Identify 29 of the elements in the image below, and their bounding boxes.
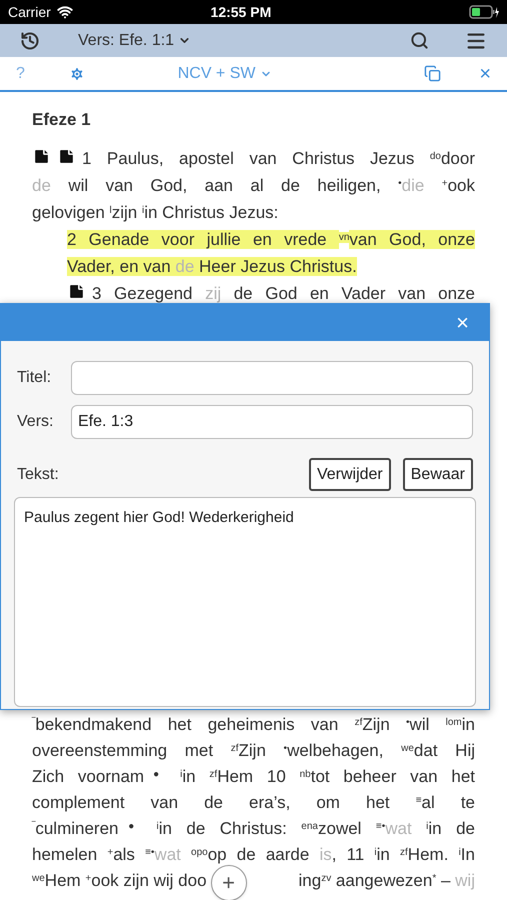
text-label: Tekst:	[17, 464, 60, 484]
chapter-title: Efeze 1	[32, 109, 92, 131]
note-icon[interactable]	[32, 147, 51, 166]
search-icon[interactable]	[410, 31, 429, 50]
add-button[interactable]: +	[210, 865, 247, 900]
settings-icon[interactable]	[68, 66, 85, 82]
wifi-icon	[56, 4, 73, 20]
note-icon[interactable]	[57, 147, 76, 166]
verse-picker[interactable]: Vers: Efe. 1:1	[78, 28, 192, 52]
verse-text: $^{we}$Hem $^{+}$ook zijn wij doo	[32, 870, 207, 892]
history-icon[interactable]	[20, 30, 40, 50]
verse-text: ing$^{zv}$ aangewezen$^{*}$ – wij	[298, 870, 475, 892]
note-text-field[interactable]: Paulus zegent hier God! Wederkerigheid	[14, 497, 476, 707]
title-label: Titel:	[17, 368, 52, 388]
verse-text: 2 Genade voor jullie en vrede $^{vn}$van God, onze Vader, en van de Heer Jezus Christus.	[66, 229, 475, 278]
close-button[interactable]: ×	[456, 312, 469, 334]
verse-field[interactable]: Efe. 1:3	[71, 405, 473, 439]
copy-icon[interactable]	[424, 65, 442, 82]
delete-button[interactable]: Verwijder	[308, 458, 391, 491]
save-button[interactable]: Bewaar	[402, 458, 473, 491]
close-button[interactable]: ×	[479, 64, 491, 84]
carrier-label: Carrier	[8, 2, 51, 22]
note-icon[interactable]	[67, 282, 86, 301]
clock-time: 12:55 PM	[210, 2, 272, 22]
verse-text: 3 Gezegend zij de God en Vader van onze	[32, 280, 475, 303]
title-field[interactable]	[71, 361, 473, 395]
verse-text: 1 Paulus, apostel van Christus Jezus $^{do}$door de wil van God, aan al de heiligen, $^{•}$die $^{+}$ook gelovigen $^{l}$zijn $^{i}$in Christus Jezus:	[32, 146, 475, 224]
verse-label: Vers:	[17, 412, 54, 432]
battery-icon	[469, 5, 499, 19]
